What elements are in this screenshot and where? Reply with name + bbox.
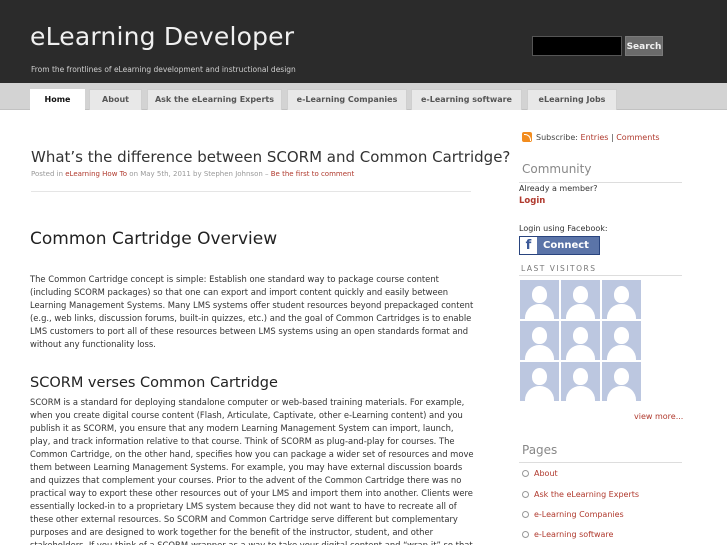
search-input[interactable] bbox=[532, 36, 622, 56]
tab-elearning-software[interactable]: e-Learning software bbox=[411, 89, 522, 110]
site-header: eLearning Developer From the frontlines … bbox=[0, 0, 727, 83]
tab-elearning-jobs[interactable]: eLearning Jobs bbox=[527, 89, 617, 110]
subscribe-label: Subscribe: bbox=[536, 133, 578, 142]
post-title[interactable]: What’s the difference between SCORM and … bbox=[31, 148, 510, 166]
visitor-avatar[interactable] bbox=[561, 362, 600, 401]
paragraph-overview: The Common Cartridge concept is simple: … bbox=[30, 274, 474, 349]
visitor-avatar[interactable] bbox=[520, 280, 559, 319]
page-link-ask-experts[interactable]: Ask the eLearning Experts bbox=[522, 490, 639, 499]
community-divider bbox=[519, 182, 682, 183]
tab-elearning-companies[interactable]: e-Learning Companies bbox=[287, 89, 407, 110]
subscribe-row: Subscribe: Entries | Comments bbox=[522, 132, 660, 142]
page-bullet-icon bbox=[522, 511, 529, 518]
page-bullet-icon bbox=[522, 491, 529, 498]
paragraph-scorm: SCORM is a standard for deploying standa… bbox=[30, 397, 474, 545]
visitor-avatar[interactable] bbox=[602, 362, 641, 401]
visitor-avatar[interactable] bbox=[561, 321, 600, 360]
page-link-label: e-Learning software bbox=[534, 530, 614, 539]
visitor-avatar[interactable] bbox=[520, 362, 559, 401]
comments-link[interactable]: Comments bbox=[616, 133, 659, 142]
pages-heading: Pages bbox=[522, 443, 558, 457]
page-link-label: e-Learning Companies bbox=[534, 510, 624, 519]
tab-ask-experts[interactable]: Ask the eLearning Experts bbox=[147, 89, 282, 110]
visitor-avatar[interactable] bbox=[561, 280, 600, 319]
last-visitors-divider bbox=[519, 275, 682, 276]
rss-icon[interactable] bbox=[522, 132, 532, 142]
page-link-elearning-companies[interactable]: e-Learning Companies bbox=[522, 510, 624, 519]
pages-divider bbox=[519, 462, 682, 463]
comment-link[interactable]: Be the first to comment bbox=[271, 170, 354, 178]
section-heading-overview: Common Cartridge Overview bbox=[30, 229, 278, 249]
post-date-author: on May 5th, 2011 by Stephen Johnson – bbox=[129, 170, 269, 178]
category-link[interactable]: eLearning How To bbox=[65, 170, 127, 178]
main-nav: Home About Ask the eLearning Experts e-L… bbox=[0, 83, 727, 110]
page-link-label: About bbox=[534, 469, 558, 478]
visitor-avatar[interactable] bbox=[520, 321, 559, 360]
facebook-icon: f bbox=[520, 237, 537, 254]
page-link-label: Ask the eLearning Experts bbox=[534, 490, 640, 499]
view-more-link[interactable]: view more... bbox=[634, 412, 683, 421]
subscribe-separator: | bbox=[610, 133, 614, 142]
facebook-connect-label: Connect bbox=[543, 240, 589, 251]
page-link-about[interactable]: About bbox=[522, 469, 558, 478]
posted-in-label: Posted in bbox=[31, 170, 64, 178]
page-link-elearning-software[interactable]: e-Learning software bbox=[522, 530, 613, 539]
search-button[interactable]: Search bbox=[625, 36, 663, 56]
visitor-avatars bbox=[520, 280, 683, 402]
section-heading-scorm: SCORM verses Common Cartridge bbox=[30, 375, 278, 391]
site-title[interactable]: eLearning Developer bbox=[30, 22, 294, 51]
visitor-avatar[interactable] bbox=[602, 280, 641, 319]
tab-home[interactable]: Home bbox=[30, 89, 85, 110]
site-tagline: From the frontlines of eLearning develop… bbox=[31, 65, 296, 74]
tab-about[interactable]: About bbox=[89, 89, 142, 110]
entries-link[interactable]: Entries bbox=[581, 133, 609, 142]
already-member-text: Already a member? bbox=[519, 184, 598, 193]
visitor-avatar[interactable] bbox=[602, 321, 641, 360]
facebook-connect-button[interactable]: f Connect bbox=[519, 236, 600, 255]
last-visitors-heading: LAST VISITORS bbox=[521, 264, 597, 273]
community-heading: Community bbox=[522, 162, 592, 176]
login-link[interactable]: Login bbox=[519, 196, 545, 206]
post-meta: Posted in eLearning How To on May 5th, 2… bbox=[31, 170, 354, 178]
page-bullet-icon bbox=[522, 470, 529, 477]
post-divider bbox=[31, 191, 471, 192]
facebook-login-label: Login using Facebook: bbox=[519, 224, 608, 233]
page-bullet-icon bbox=[522, 531, 529, 538]
